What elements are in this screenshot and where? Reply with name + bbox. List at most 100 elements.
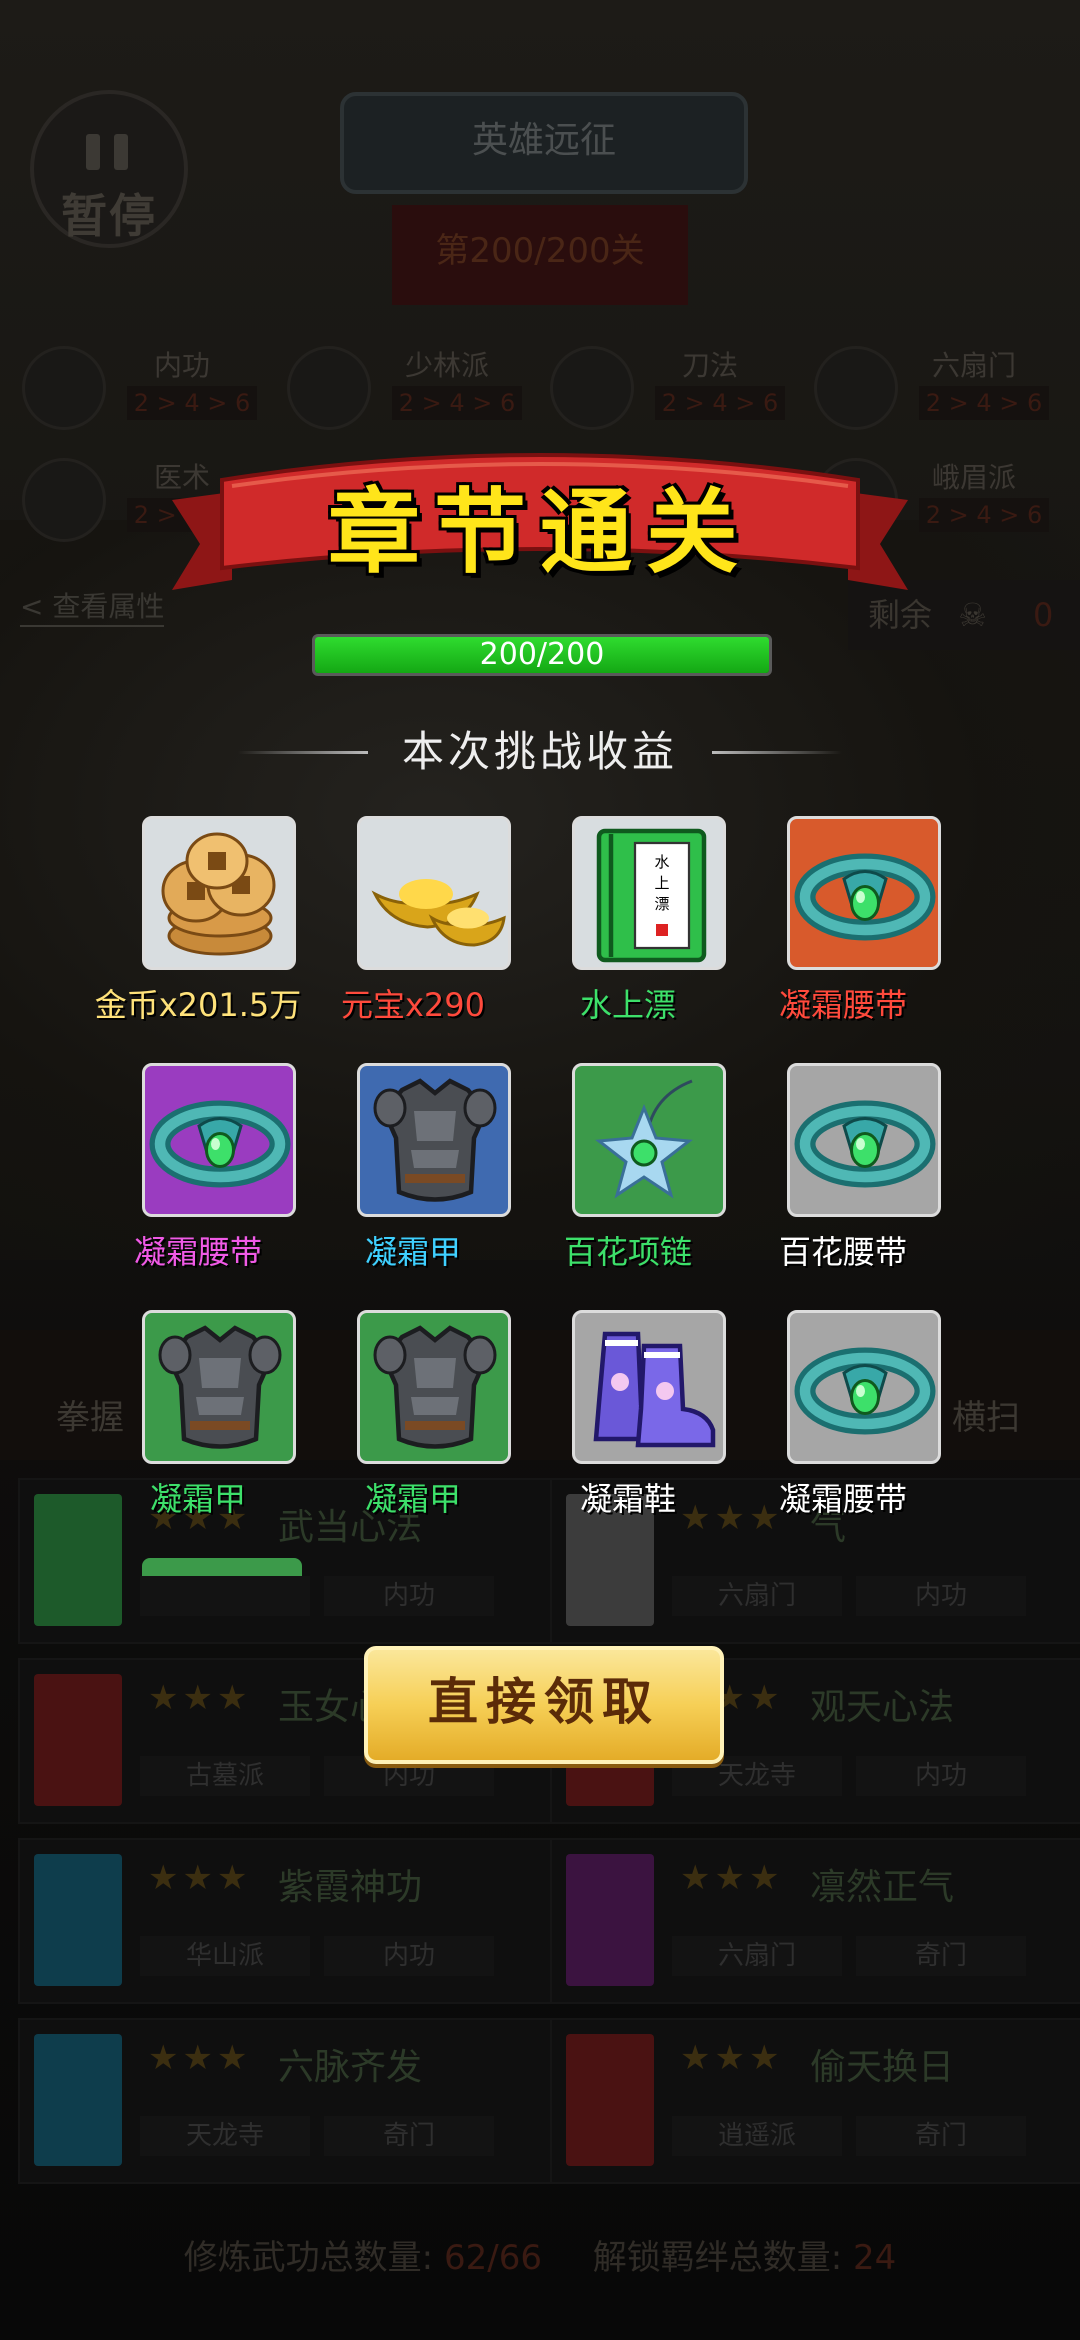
category-progress: 2 > 4 > 6 — [392, 386, 522, 420]
reward-item-frame: 水 上 漂 — [572, 816, 726, 970]
reward-item[interactable]: 凝霜鞋 — [520, 1310, 736, 1520]
skill-book-card[interactable]: ★★★ 凛然正气六扇门 奇门 — [550, 1838, 1080, 2004]
star-rating: ★★★ — [148, 1678, 252, 1718]
reward-item[interactable]: 水 上 漂 水上漂 — [520, 816, 736, 1026]
skill-name: 横扫 — [952, 1398, 1020, 1438]
reward-item-label: 金币x201.5万 — [94, 986, 302, 1024]
category-item[interactable]: 刀法 2 > 4 > 6 — [550, 340, 785, 432]
svg-text:水: 水 — [654, 853, 669, 871]
constable-icon — [814, 346, 898, 430]
bottom-stats: 修炼武功总数量: 62/66 解锁羁绊总数量: 24 — [0, 2230, 1080, 2279]
book-tag: 逍遥派 — [672, 2116, 842, 2156]
medicine-icon — [22, 458, 106, 542]
reward-item-frame — [572, 1063, 726, 1217]
skill-book-card[interactable]: ★★★ 紫霞神功华山派 内功 — [18, 1838, 552, 2004]
reward-item[interactable]: 凝霜腰带 — [90, 1063, 306, 1273]
category-name: 内功 — [153, 349, 210, 382]
view-attributes-link[interactable]: < 查看属性 — [20, 585, 165, 627]
reward-item[interactable]: 元宝x290 — [305, 816, 521, 1026]
skill-book-card[interactable]: ★★★ 偷天换日 逍遥派 奇门 — [550, 2018, 1080, 2184]
level-indicator: 第200/200关 — [392, 205, 688, 305]
remaining-label: 剩余 — [868, 596, 933, 634]
reward-item[interactable]: 金币x201.5万 — [90, 816, 306, 1026]
reward-item-label: 凝霜甲 — [149, 1480, 246, 1518]
book-title: 凛然正气 — [810, 1867, 955, 1908]
reward-item[interactable]: 凝霜腰带 — [735, 816, 951, 1026]
book-tag: 六扇门 — [672, 1576, 842, 1616]
banner-title: 章节通关 — [327, 478, 752, 586]
reward-item[interactable]: 百花腰带 — [735, 1063, 951, 1273]
reward-item[interactable]: 凝霜甲 — [305, 1063, 521, 1273]
reward-item-frame — [357, 1063, 511, 1217]
reward-item-label: 凝霜甲 — [364, 1480, 461, 1518]
star-rating: ★★★ — [148, 1858, 252, 1898]
category-progress: 2 > 4 > 6 — [919, 386, 1049, 420]
book-tag: 奇门 — [324, 2116, 494, 2156]
rewards-title: 本次挑战收益 — [401, 727, 678, 776]
reward-item-frame — [572, 1310, 726, 1464]
book-tag: 内功 — [856, 1756, 1026, 1796]
claim-button[interactable]: 直接领取 — [364, 1646, 724, 1764]
svg-text:上: 上 — [654, 874, 669, 892]
boots-icon — [575, 1313, 723, 1461]
star-rating: ★★★ — [680, 1858, 784, 1898]
book-tag: 古墓派 — [140, 1756, 310, 1796]
reward-item[interactable]: 凝霜腰带 — [735, 1310, 951, 1520]
category-progress: 2 > 4 > 6 — [655, 386, 785, 420]
reward-item-frame — [357, 1310, 511, 1464]
reward-item-label: 百花项链 — [563, 1233, 692, 1271]
reward-item[interactable]: 凝霜甲 — [305, 1310, 521, 1520]
book-tag: 内功 — [324, 1576, 494, 1616]
armor-icon — [360, 1313, 508, 1461]
book-tag: 六扇门 — [672, 1936, 842, 1976]
book-title: 紫霞神功 — [278, 1867, 423, 1908]
reward-item-frame — [142, 1063, 296, 1217]
belt-icon — [790, 819, 938, 967]
coins-icon — [145, 819, 293, 967]
book-tag — [140, 1576, 310, 1616]
reward-item-label: 元宝x290 — [340, 986, 486, 1024]
book-tag: 内功 — [324, 1936, 494, 1976]
rewards-header: 本次挑战收益 — [0, 718, 1080, 778]
total-bonds-label: 解锁羁绊总数量: — [592, 2238, 843, 2278]
blade-icon — [550, 346, 634, 430]
category-name: 少林派 — [404, 349, 489, 382]
category-progress: 2 > 4 > 6 — [127, 386, 257, 420]
svg-text:漂: 漂 — [654, 895, 669, 913]
chapter-clear-banner: 章节通关 — [172, 440, 908, 600]
meditation-icon — [22, 346, 106, 430]
necklace-icon — [575, 1066, 723, 1214]
skill-book-card[interactable]: ★★★ 六脉齐发 天龙寺 奇门 — [18, 2018, 552, 2184]
book-cover-icon — [34, 1674, 122, 1806]
book-tag: 天龙寺 — [140, 2116, 310, 2156]
gold-ingot-icon — [360, 819, 508, 967]
book-cover-icon — [34, 1854, 122, 1986]
category-item[interactable]: 少林派 2 > 4 > 6 — [287, 340, 522, 432]
category-row: 内功 2 > 4 > 6 少林派 2 > 4 > 6 刀法 2 > 4 > 6 … — [22, 340, 1062, 432]
book-tag: 奇门 — [856, 2116, 1026, 2156]
belt-icon — [790, 1066, 938, 1214]
total-skills-value: 62/66 — [443, 2238, 542, 2278]
book-tag: 华山派 — [140, 1936, 310, 1976]
pause-icon — [86, 134, 132, 170]
reward-item-label: 凝霜鞋 — [579, 1480, 676, 1518]
category-item[interactable]: 内功 2 > 4 > 6 — [22, 340, 257, 432]
chapter-progress-bar: 200/200 — [312, 634, 772, 676]
reward-item-frame — [142, 1310, 296, 1464]
book-tag: 奇门 — [856, 1936, 1026, 1976]
book-title: 六脉齐发 — [278, 2047, 423, 2088]
reward-item-frame — [787, 1063, 941, 1217]
reward-item[interactable]: 百花项链 — [520, 1063, 736, 1273]
book-tag: 内功 — [856, 1576, 1026, 1616]
pause-button[interactable]: 暂停 — [30, 90, 188, 248]
armor-icon — [145, 1313, 293, 1461]
remaining-value: 0 — [1033, 596, 1054, 634]
shaolin-icon — [287, 346, 371, 430]
reward-item[interactable]: 凝霜甲 — [90, 1310, 306, 1520]
reward-item-label: 凝霜腰带 — [778, 1480, 907, 1518]
reward-item-label: 水上漂 — [579, 986, 676, 1024]
category-item[interactable]: 六扇门 2 > 4 > 6 — [814, 340, 1049, 432]
mode-title: 英雄远征 — [340, 92, 748, 194]
total-skills-label: 修炼武功总数量: — [183, 2238, 434, 2278]
category-name: 峨眉派 — [931, 461, 1016, 494]
